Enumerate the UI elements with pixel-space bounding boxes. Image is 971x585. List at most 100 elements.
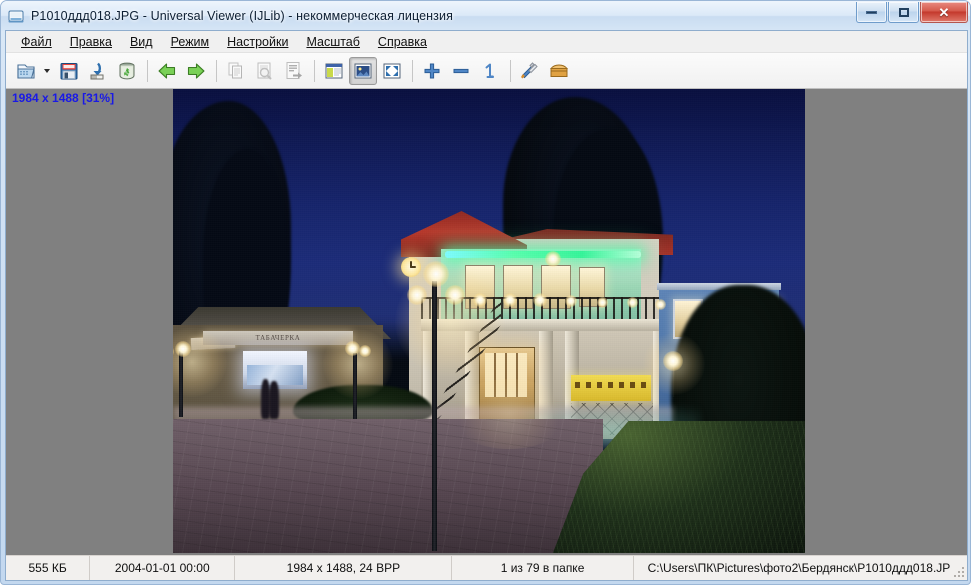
lamp-post [353, 353, 357, 419]
title-bar[interactable]: P1010ддд018.JPG - Universal Viewer (IJLi… [1, 1, 970, 30]
fullscreen-icon [383, 63, 401, 78]
save-button[interactable] [55, 57, 83, 85]
zoom-in-icon [424, 63, 440, 78]
photo-image: ТАБАЧЕРКА [173, 89, 805, 553]
close-icon: ✕ [938, 4, 950, 20]
lamp-globe [407, 285, 427, 305]
status-file-index: 1 из 79 в папке [452, 556, 634, 580]
zoom-in-button[interactable] [418, 57, 446, 85]
settings-button[interactable] [516, 57, 544, 85]
menu-bar: Файл Правка Вид Режим Настройки Масштаб … [6, 31, 967, 53]
zoom-actual-button[interactable] [476, 57, 504, 85]
zoom-actual-icon [485, 63, 494, 78]
delete-button[interactable] [113, 57, 141, 85]
open-file-button[interactable] [12, 57, 40, 85]
menu-help-label: Справка [377, 34, 427, 49]
balcony-light [473, 293, 487, 307]
menu-zoom[interactable]: Масштаб [297, 33, 368, 51]
status-bar: 555 КБ 2004-01-01 00:00 1984 x 1488, 24 … [6, 555, 967, 580]
toolbar-separator [147, 59, 148, 82]
image-view-button[interactable] [349, 56, 377, 85]
previous-file-icon [158, 62, 176, 79]
balcony-light [597, 297, 608, 308]
save-as-button[interactable] [84, 57, 112, 85]
pedestrian [269, 381, 279, 419]
zoom-out-icon [453, 68, 469, 73]
window-title: P1010ддд018.JPG - Universal Viewer (IJLi… [31, 8, 453, 23]
save-as-icon [90, 62, 104, 79]
lamp-globe [663, 351, 683, 371]
save-icon [60, 62, 78, 79]
fullscreen-button[interactable] [378, 57, 406, 85]
doorway-light-pool [449, 379, 569, 449]
find-icon [257, 62, 272, 80]
open-file-icon [17, 63, 35, 79]
close-button[interactable]: ✕ [920, 2, 968, 23]
status-file-path: C:\Users\ПК\Pictures\фото2\Бердянск\P101… [647, 561, 950, 575]
toolbar-separator [314, 59, 315, 82]
toolbar [6, 53, 967, 89]
yellow-sign [571, 375, 651, 401]
toolbar-separator [216, 59, 217, 82]
find-button[interactable] [251, 57, 279, 85]
application-window: P1010ддд018.JPG - Universal Viewer (IJLi… [0, 0, 971, 585]
balcony-light [565, 295, 577, 307]
minimize-icon [866, 10, 877, 14]
lamp-globe [445, 285, 465, 305]
client-area: Файл Правка Вид Режим Настройки Масштаб … [5, 30, 968, 581]
balcony-light [627, 297, 638, 308]
balcony-light [655, 299, 666, 310]
minimize-button[interactable] [856, 2, 887, 23]
previous-file-button[interactable] [153, 57, 181, 85]
copy-icon [228, 62, 242, 78]
window-controls: ✕ [855, 2, 968, 23]
balcony-light [503, 293, 517, 307]
next-file-icon [187, 62, 205, 79]
balcony-light [533, 293, 547, 307]
image-dimensions-overlay: 1984 x 1488 [31%] [12, 91, 115, 105]
menu-help[interactable]: Справка [369, 33, 436, 51]
lamp-glow [395, 267, 505, 377]
menu-view[interactable]: Вид [121, 33, 162, 51]
menu-edit-label: Правка [69, 34, 112, 49]
menu-view-label: Вид [129, 34, 153, 49]
application-icon [8, 8, 24, 24]
text-view-button[interactable] [320, 57, 348, 85]
toolbar-separator [510, 59, 511, 82]
chevron-down-icon [44, 68, 50, 73]
maximize-icon [898, 7, 909, 17]
menu-file-label: Файл [21, 34, 52, 49]
menu-edit[interactable]: Правка [61, 33, 121, 51]
maximize-button[interactable] [888, 2, 919, 23]
menu-mode[interactable]: Режим [162, 33, 219, 51]
image-viewport[interactable]: 1984 x 1488 [31%] ТАБАЧЕРКА [6, 89, 967, 555]
status-file-date: 2004-01-01 00:00 [90, 556, 236, 580]
lamp-post [179, 351, 183, 417]
menu-file[interactable]: Файл [12, 33, 61, 51]
lamp-globe [423, 261, 449, 287]
text-view-icon [325, 63, 343, 78]
plugins-button[interactable] [545, 57, 573, 85]
lamp-globe [175, 341, 191, 357]
status-image-info: 1984 x 1488, 24 BPP [235, 556, 453, 580]
next-file-button[interactable] [182, 57, 210, 85]
open-dropdown-button[interactable] [41, 57, 53, 85]
yellow-sign-text [575, 382, 647, 388]
lamp-glow [323, 329, 393, 399]
lamp-post-main [432, 281, 437, 551]
zoom-out-button[interactable] [447, 57, 475, 85]
menu-mode-label: Режим [170, 34, 210, 49]
copy-button[interactable] [222, 57, 250, 85]
resize-grip[interactable] [950, 563, 964, 577]
menu-settings[interactable]: Настройки [218, 33, 297, 51]
settings-icon [521, 61, 538, 78]
delete-icon [119, 62, 135, 79]
export-button[interactable] [280, 57, 308, 85]
menu-settings-label: Настройки [227, 34, 289, 49]
lamp-globe [359, 345, 371, 357]
plugins-icon [549, 63, 569, 77]
status-file-size: 555 КБ [6, 556, 91, 580]
neon-sign [445, 251, 641, 258]
image-view-icon [354, 63, 372, 78]
export-icon [286, 61, 302, 79]
